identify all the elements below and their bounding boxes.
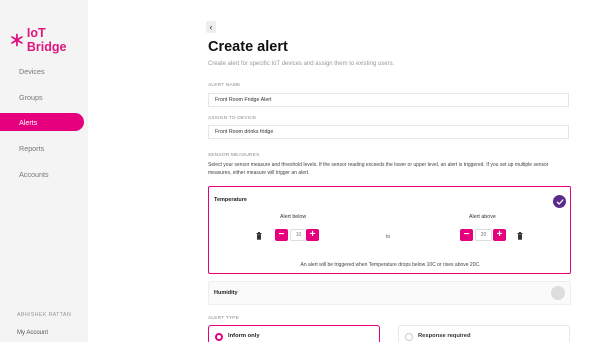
sidebar-item-devices[interactable]: Devices (0, 62, 84, 80)
main-content: ‹ Create alert Create alert for specific… (88, 0, 613, 342)
delete-above-icon[interactable] (517, 232, 523, 240)
assign-device-select[interactable]: Front Room drinks fridge (208, 125, 569, 139)
temperature-measure-card[interactable]: Temperature Alert below − 10 + to Alert … (208, 186, 571, 274)
app-logo[interactable]: IoT Bridge (10, 26, 88, 54)
checkmark-icon[interactable] (553, 195, 566, 208)
plus-icon: + (496, 229, 503, 240)
humidity-title: Humidity (214, 290, 238, 296)
alert-type-option-label: Inform only (228, 333, 260, 339)
radio-selected-icon (215, 333, 223, 341)
sensor-measures-description: Select your sensor measure and threshold… (208, 162, 549, 176)
alert-name-label: ALERT NAME (208, 83, 241, 88)
sensor-measures-label: SENSOR MEASURES (208, 153, 260, 158)
alert-name-input[interactable]: Front Room Fridge Alert (208, 93, 569, 107)
page-subtitle: Create alert for specific IoT devices an… (208, 61, 395, 67)
chevron-left-icon: ‹ (209, 21, 213, 32)
alert-below-label: Alert below (280, 214, 307, 220)
alert-type-option-label: Response required (418, 333, 471, 339)
sidebar-item-label: Devices (19, 66, 45, 76)
alert-type-inform-only[interactable]: Inform only (208, 325, 380, 342)
alert-type-label: ALERT TYPE (208, 316, 240, 321)
page-title: Create alert (208, 39, 288, 55)
sidebar-item-reports[interactable]: Reports (0, 139, 84, 157)
decrease-below-button[interactable]: − (275, 229, 288, 241)
alert-below-value[interactable]: 10 (290, 229, 307, 241)
range-to-label: to (386, 234, 391, 240)
back-button[interactable]: ‹ (206, 21, 216, 33)
alert-type-response-required[interactable]: Response required (398, 325, 570, 342)
increase-below-button[interactable]: + (306, 229, 319, 241)
alert-summary-text: An alert will be triggered when Temperat… (300, 262, 481, 268)
increase-above-button[interactable]: + (493, 229, 506, 241)
check-glyph-icon (556, 198, 563, 205)
decrease-above-button[interactable]: − (460, 229, 473, 241)
sidebar-item-label: Alerts (19, 117, 38, 127)
my-account-link[interactable]: My Account (17, 330, 48, 336)
iot-logo-icon (11, 33, 23, 47)
radio-unselected-icon (405, 333, 413, 341)
minus-icon: − (278, 229, 285, 240)
sidebar-item-accounts[interactable]: Accounts (0, 165, 84, 183)
app-name: IoT Bridge (26, 26, 67, 54)
sidebar: IoT Bridge Devices Groups Alerts Reports… (0, 0, 88, 342)
minus-icon: − (463, 229, 470, 240)
sidebar-item-alerts[interactable]: Alerts (0, 113, 84, 131)
sidebar-item-label: Accounts (19, 169, 49, 179)
sidebar-item-label: Reports (19, 143, 45, 153)
temperature-title: Temperature (214, 197, 247, 203)
plus-icon: + (309, 229, 316, 240)
sidebar-item-groups[interactable]: Groups (0, 88, 84, 106)
user-name: ABHISHEK RATTAN (17, 312, 72, 318)
humidity-select-toggle[interactable] (551, 286, 565, 300)
delete-below-icon[interactable] (256, 232, 262, 240)
assign-device-label: ASSIGN TO DEVICE (208, 116, 257, 121)
alert-above-value[interactable]: 20 (475, 229, 492, 241)
alert-above-label: Alert above (469, 214, 496, 220)
humidity-measure-card[interactable]: Humidity (208, 281, 571, 305)
sidebar-item-label: Groups (19, 92, 43, 102)
